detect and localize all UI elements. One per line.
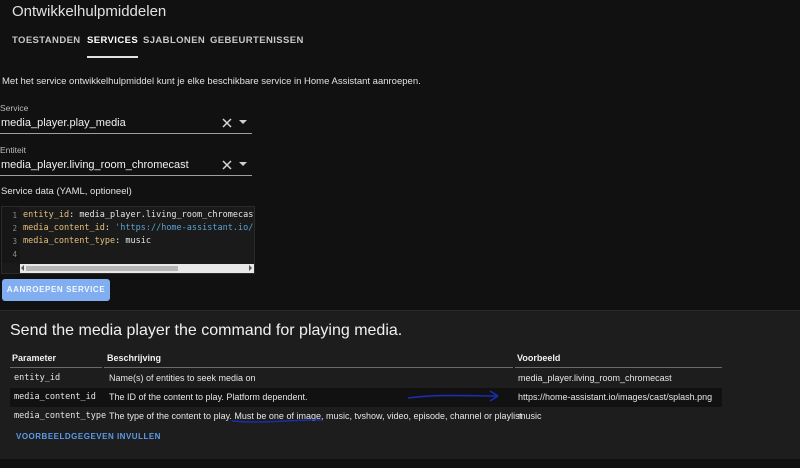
table-row: media_content_id The ID of the content t…	[10, 388, 722, 407]
description-cell: The ID of the content to play. Platform …	[109, 392, 308, 402]
line-number: 3	[12, 237, 17, 246]
call-service-button[interactable]: AANROEPEN SERVICE	[2, 279, 110, 301]
service-description-title: Send the media player the command for pl…	[10, 322, 403, 339]
service-description-card: Send the media player the command for pl…	[0, 310, 800, 459]
scroll-right-icon[interactable]	[249, 265, 252, 271]
line-number: 1	[12, 211, 17, 220]
yaml-key: entity_id	[23, 210, 70, 220]
line-number: 2	[12, 224, 17, 233]
menu-down-icon[interactable]	[239, 162, 247, 166]
header-divider	[104, 367, 513, 368]
entity-field-label: Entiteit	[0, 145, 26, 155]
yaml-value: music	[125, 236, 151, 246]
service-field: Service media_player.play_media	[0, 103, 252, 134]
tab-toestanden[interactable]: TOESTANDEN	[12, 28, 81, 58]
code-line: entity_id: media_player.living_room_chro…	[23, 210, 255, 220]
entity-field: Entiteit media_player.living_room_chrome…	[0, 145, 252, 176]
description-cell: Name(s) of entities to seek media on	[109, 373, 256, 383]
service-input-value: media_player.play_media	[1, 117, 126, 129]
scroll-left-icon[interactable]	[21, 265, 24, 271]
app-title: Ontwikkelhulpmiddelen	[12, 3, 167, 20]
tab-bar: TOESTANDEN SERVICES SJABLONEN GEBEURTENI…	[0, 28, 800, 58]
example-cell: media_player.living_room_chromecast	[518, 373, 672, 383]
scrollbar-thumb[interactable]	[26, 266, 178, 271]
entity-input-value: media_player.living_room_chromecast	[1, 159, 189, 171]
code-line: media_content_id: 'https://home-assistan…	[23, 223, 255, 233]
yaml-key: media_content_type	[23, 236, 116, 246]
menu-down-icon[interactable]	[239, 120, 247, 124]
column-header-description: Beschrijving	[107, 353, 162, 363]
column-header-parameter: Parameter	[12, 353, 57, 363]
yaml-value: 'https://home-assistant.io/ima	[115, 223, 255, 233]
table-row: entity_id Name(s) of entities to seek me…	[10, 369, 722, 388]
param-cell: media_content_id	[14, 392, 96, 402]
yaml-key: media_content_id	[23, 223, 105, 233]
table-row: media_content_type The type of the conte…	[10, 407, 722, 426]
service-field-label: Service	[0, 103, 29, 113]
tab-gebeurtenissen[interactable]: GEBEURTENISSEN	[210, 28, 304, 58]
code-line: media_content_type: music	[23, 236, 151, 246]
example-cell: https://home-assistant.io/images/cast/sp…	[518, 392, 713, 402]
column-header-example: Voorbeeld	[517, 353, 561, 363]
yaml-editor[interactable]: 1 2 3 4 entity_id: media_player.living_r…	[1, 206, 255, 274]
horizontal-scrollbar[interactable]	[20, 264, 254, 273]
tab-services[interactable]: SERVICES	[87, 28, 139, 58]
tab-sjablonen[interactable]: SJABLONEN	[143, 28, 205, 58]
param-cell: media_content_type	[14, 411, 107, 421]
line-number: 4	[12, 250, 17, 259]
description-cell: The type of the content to play. Must be…	[109, 411, 523, 421]
header-divider	[515, 367, 722, 368]
intro-text: Met het service ontwikkelhulpmiddel kunt…	[2, 76, 421, 87]
entity-input[interactable]: media_player.living_room_chromecast	[0, 155, 252, 176]
example-cell: music	[518, 411, 542, 421]
close-icon[interactable]	[220, 158, 234, 172]
param-cell: entity_id	[14, 373, 61, 383]
yaml-value: media_player.living_room_chromecast	[79, 210, 255, 220]
close-icon[interactable]	[220, 116, 234, 130]
header-divider	[10, 367, 102, 368]
service-input[interactable]: media_player.play_media	[0, 113, 252, 134]
fill-example-data-link[interactable]: VOORBEELDGEGEVEN INVULLEN	[16, 432, 161, 441]
service-data-label: Service data (YAML, optioneel)	[1, 186, 132, 197]
